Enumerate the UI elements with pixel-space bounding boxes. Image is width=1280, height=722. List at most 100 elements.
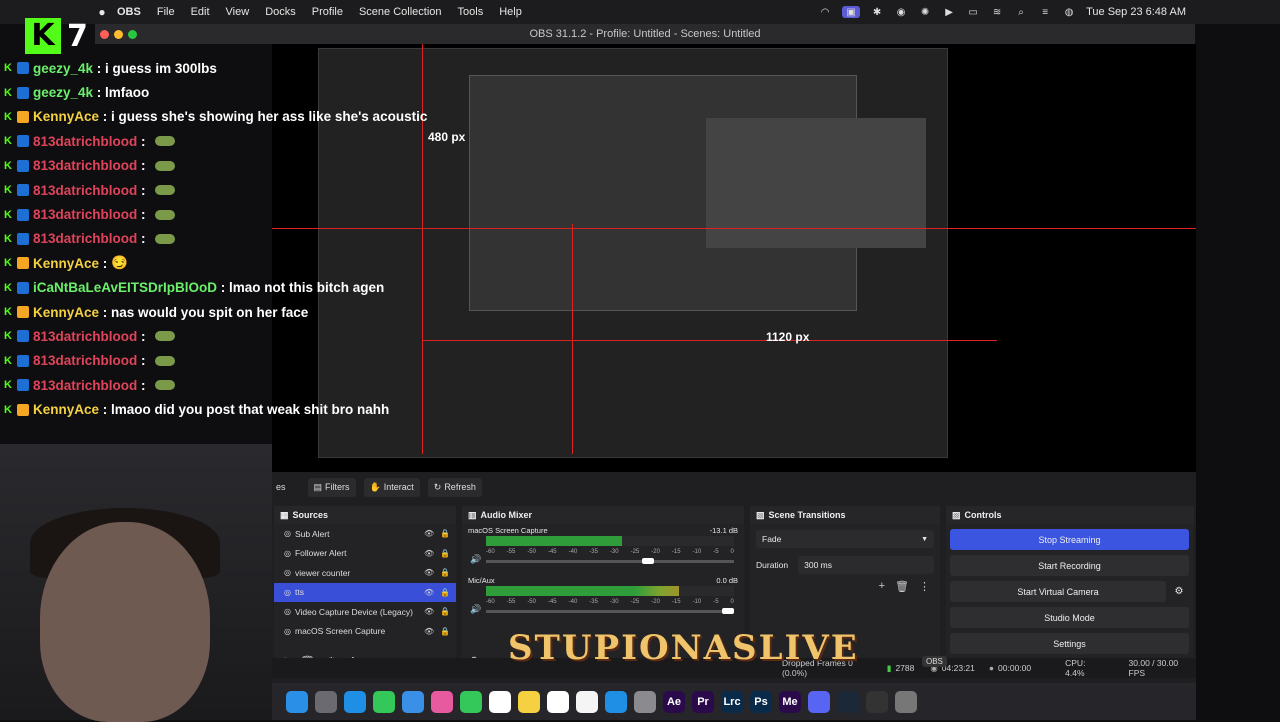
wifi-signal-icon[interactable]: ≋ xyxy=(990,6,1004,18)
lock-icon[interactable]: 🔒 xyxy=(440,607,450,616)
remove-transition-icon[interactable]: 🗑 xyxy=(895,580,909,593)
source-item[interactable]: ◎ Video Capture Device (Legacy) 👁 🔒 xyxy=(274,602,456,622)
menu-view[interactable]: View xyxy=(218,6,258,18)
menu-tools[interactable]: Tools xyxy=(450,6,492,18)
source-item[interactable]: ◎ tts 👁 🔒 xyxy=(274,582,456,602)
launchpad-icon[interactable] xyxy=(315,690,337,713)
zoom-window-icon[interactable] xyxy=(128,30,137,39)
properties-tab-fragment[interactable]: es xyxy=(276,482,286,492)
speaker-icon[interactable]: 🔊 xyxy=(470,604,481,615)
scale-tick: -15 xyxy=(671,599,681,605)
battery-icon[interactable]: ▭ xyxy=(966,6,980,18)
menu-profile[interactable]: Profile xyxy=(304,6,351,18)
source-item[interactable]: ◎ Sub Alert 👁 🔒 xyxy=(274,524,456,544)
volume-fader[interactable] xyxy=(486,610,734,613)
kick-badge-icon: K xyxy=(4,330,12,343)
menu-app[interactable]: OBS xyxy=(109,6,149,18)
settings-button[interactable]: Settings xyxy=(950,633,1189,654)
stop-streaming-button[interactable]: Stop Streaming xyxy=(950,529,1189,550)
lock-icon[interactable]: 🔒 xyxy=(440,568,450,577)
chat-message: K 813datrichblood : xyxy=(0,373,460,397)
photos-icon[interactable] xyxy=(431,690,453,713)
source-item[interactable]: ◎ Follower Alert 👁 🔒 xyxy=(274,544,456,564)
kick-badge-icon: K xyxy=(4,403,12,416)
obs-icon[interactable] xyxy=(866,690,888,713)
chat-message: K KennyAce : 😏 xyxy=(0,251,460,275)
mail-icon[interactable] xyxy=(402,690,424,713)
volume-fader[interactable] xyxy=(486,560,734,563)
settings-icon[interactable] xyxy=(634,690,656,713)
duration-field[interactable]: 300 ms xyxy=(798,556,934,574)
app-store-icon[interactable] xyxy=(605,690,627,713)
meter-unfilled xyxy=(679,586,734,596)
calendar-icon[interactable] xyxy=(489,690,511,713)
control-center-icon[interactable]: ≡ xyxy=(1038,6,1052,18)
add-transition-icon[interactable]: + xyxy=(879,580,885,593)
source-item[interactable]: ◎ macOS Screen Capture 👁 🔒 xyxy=(274,622,456,642)
studio-mode-button[interactable]: Studio Mode xyxy=(950,607,1189,628)
visibility-icon[interactable]: 👁 xyxy=(424,549,434,558)
bluetooth-icon[interactable]: ✱ xyxy=(870,6,884,18)
virtual-camera-settings-icon[interactable]: ⚙ xyxy=(1170,586,1188,597)
fader-knob[interactable] xyxy=(641,558,654,564)
lock-icon[interactable]: 🔒 xyxy=(440,588,450,597)
visibility-icon[interactable]: 👁 xyxy=(424,627,434,636)
lock-icon[interactable]: 🔒 xyxy=(440,549,450,558)
source-item[interactable]: ◎ viewer counter 👁 🔒 xyxy=(274,563,456,583)
visibility-icon[interactable]: 👁 xyxy=(424,588,434,597)
reminders-icon[interactable] xyxy=(547,690,569,713)
notes-icon[interactable] xyxy=(518,690,540,713)
more-options-icon[interactable]: ⋮ xyxy=(919,580,930,593)
apple-icon[interactable]: ● xyxy=(95,5,109,19)
pr-icon[interactable]: Pr xyxy=(692,690,714,713)
play-icon[interactable]: ▶ xyxy=(942,6,956,18)
chat-separator: : xyxy=(137,158,150,174)
visibility-icon[interactable]: 👁 xyxy=(424,607,434,616)
safari-icon[interactable] xyxy=(344,690,366,713)
transition-select[interactable]: Fade ▼ xyxy=(756,530,934,548)
ae-icon[interactable]: Ae xyxy=(663,690,685,713)
discord-icon[interactable] xyxy=(808,690,830,713)
close-window-icon[interactable] xyxy=(100,30,109,39)
discord-tray-icon[interactable]: ◉ xyxy=(894,6,908,18)
filters-button[interactable]: ▤ Filters xyxy=(307,477,356,497)
fader-knob[interactable] xyxy=(722,608,734,614)
clock[interactable]: Tue Sep 23 6:48 AM xyxy=(1086,6,1186,18)
start-virtual-camera-button[interactable]: Start Virtual Camera xyxy=(950,581,1166,602)
finder-icon[interactable] xyxy=(286,690,308,713)
lock-icon[interactable]: 🔒 xyxy=(440,627,450,636)
refresh-button[interactable]: ↻ Refresh xyxy=(427,477,482,497)
lrc-icon[interactable]: Lrc xyxy=(721,690,743,713)
messages-icon[interactable] xyxy=(373,690,395,713)
minimize-window-icon[interactable] xyxy=(114,30,123,39)
speaker-icon[interactable]: 🔊 xyxy=(470,554,481,565)
facetime-icon[interactable] xyxy=(460,690,482,713)
scale-tick: 0 xyxy=(730,599,734,605)
settings-tray-icon[interactable]: ✺ xyxy=(918,6,932,18)
chat-separator: : xyxy=(137,182,150,198)
search-icon[interactable]: ⌕ xyxy=(1014,6,1028,18)
wifi-icon[interactable]: ◠ xyxy=(818,6,832,18)
me-icon[interactable]: Me xyxy=(779,690,801,713)
crown-badge-icon xyxy=(17,257,29,270)
kick-badge-icon: K xyxy=(4,86,12,99)
steam-icon[interactable] xyxy=(837,690,859,713)
chat-message: K 813datrichblood : xyxy=(0,324,460,348)
interact-button[interactable]: ✋ Interact xyxy=(363,477,420,497)
visibility-icon[interactable]: 👁 xyxy=(424,529,434,538)
menu-docks[interactable]: Docks xyxy=(257,6,304,18)
menu-help[interactable]: Help xyxy=(491,6,530,18)
scale-tick: -45 xyxy=(547,549,557,555)
menu-edit[interactable]: Edit xyxy=(183,6,218,18)
screen-share-icon[interactable]: ▣ xyxy=(842,6,861,18)
ps-icon[interactable]: Ps xyxy=(750,690,772,713)
freeform-icon[interactable] xyxy=(576,690,598,713)
trash-icon[interactable] xyxy=(895,690,917,713)
scale-tick: -60 xyxy=(486,599,495,605)
menu-file[interactable]: File xyxy=(149,6,183,18)
visibility-icon[interactable]: 👁 xyxy=(424,568,434,577)
lock-icon[interactable]: 🔒 xyxy=(440,529,450,538)
start-recording-button[interactable]: Start Recording xyxy=(950,555,1189,576)
siri-icon[interactable]: ◍ xyxy=(1062,6,1076,18)
menu-scene-collection[interactable]: Scene Collection xyxy=(351,6,450,18)
